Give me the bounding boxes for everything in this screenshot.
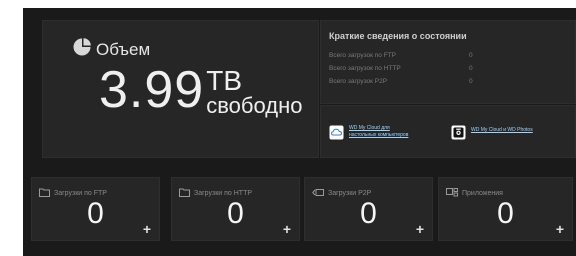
tile-value: 0 <box>87 197 104 230</box>
capacity-number: 3.99 <box>99 61 205 119</box>
capacity-free-label: свободно <box>206 93 303 118</box>
status-row-label: Всего загрузок P2P <box>329 78 388 85</box>
tile-ftp-downloads: Загрузки по FTP 0 + <box>31 177 160 241</box>
capacity-value: 3.99 ТВ свободно <box>99 64 302 117</box>
status-row-label: Всего загрузок по HTTP <box>329 65 401 72</box>
tile-applications: Приложения 0 + <box>438 177 573 241</box>
capacity-title: Объем <box>72 37 150 62</box>
tile-label: Приложения <box>462 189 503 197</box>
desktop-app-link[interactable]: WD My Cloud для настольных компьютеров <box>329 125 408 145</box>
add-button[interactable]: + <box>416 222 424 236</box>
status-row-value: 0 <box>469 65 473 72</box>
add-button[interactable]: + <box>143 222 151 236</box>
capacity-title-text: Объем <box>96 39 151 59</box>
tile-http-downloads: Загрузки по HTTP 0 + <box>171 177 300 241</box>
status-row-p2p: Всего загрузок P2P 0 <box>329 78 529 85</box>
capacity-unit: ТВ <box>206 65 242 96</box>
desktop-app-link-line2: настольных компьютеров <box>349 131 409 138</box>
capacity-panel: Объем 3.99 ТВ свободно <box>42 20 319 158</box>
status-row-http: Всего загрузок по HTTP 0 <box>329 65 529 72</box>
tile-label: Загрузки по FTP <box>54 189 107 197</box>
status-row-ftp: Всего загрузок по FTP 0 <box>329 52 529 59</box>
status-heading: Краткие сведения о состоянии <box>329 31 467 41</box>
tile-value: 0 <box>227 197 244 230</box>
mobile-app-link-line1: WD My Cloud и WD Photos <box>471 127 533 133</box>
apps-panel: WD My Cloud для настольных компьютеров W… <box>320 105 576 158</box>
tile-p2p-downloads: Загрузки P2P 0 + <box>304 177 433 241</box>
mobile-app-icon <box>451 125 466 145</box>
status-row-value: 0 <box>469 78 473 85</box>
status-summary-panel: Краткие сведения о состоянии Всего загру… <box>320 20 576 104</box>
pie-chart-icon <box>72 37 92 62</box>
tile-value: 0 <box>360 197 377 230</box>
tile-label: Загрузки по HTTP <box>194 189 253 197</box>
desktop-app-link-line1: WD My Cloud для <box>349 125 390 131</box>
add-button[interactable]: + <box>283 222 291 236</box>
mobile-app-link[interactable]: WD My Cloud и WD Photos <box>451 125 533 145</box>
status-row-label: Всего загрузок по FTP <box>329 52 396 59</box>
tile-label: Загрузки P2P <box>328 189 372 197</box>
dashboard: Объем 3.99 ТВ свободно Краткие сведения … <box>23 8 576 256</box>
status-row-value: 0 <box>469 52 473 59</box>
desktop-app-icon <box>329 125 344 145</box>
add-button[interactable]: + <box>556 222 564 236</box>
tile-value: 0 <box>497 197 514 230</box>
